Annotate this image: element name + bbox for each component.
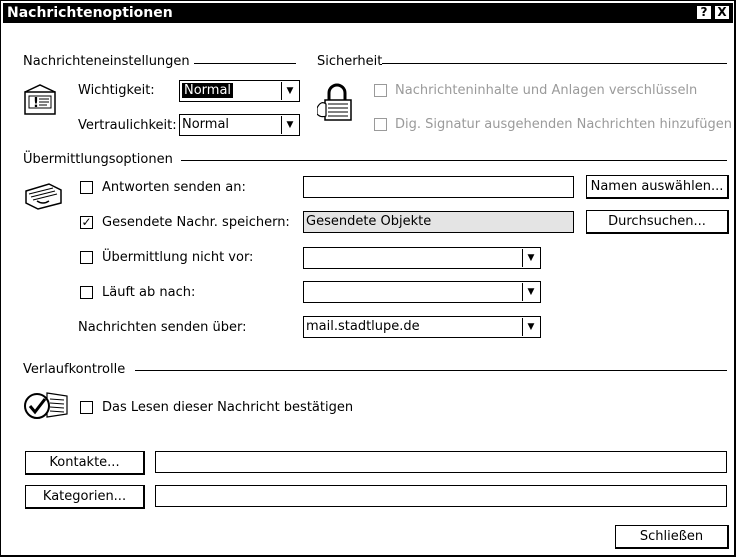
sensitivity-select[interactable]: Normal ▼ [179, 114, 300, 136]
send-via-value: mail.stadtlupe.de [306, 319, 420, 334]
chevron-down-icon[interactable]: ▼ [522, 249, 539, 267]
importance-selected-value: Normal [182, 83, 234, 98]
close-window-button[interactable]: X [714, 5, 730, 20]
save-sent-label: Gesendete Nachr. speichern: [102, 215, 290, 230]
reply-to-field[interactable] [303, 176, 574, 198]
delivery-section-label: Übermittlungsoptionen [23, 152, 173, 167]
svg-text:!: ! [33, 96, 39, 111]
message-options-dialog: Nachrichtenoptionen ? X Nachrichteneinst… [0, 0, 736, 557]
reply-to-checkbox[interactable] [80, 181, 93, 194]
chevron-down-icon[interactable]: ▼ [281, 82, 298, 100]
do-not-deliver-label: Übermittlung nicht vor: [102, 250, 254, 265]
title-bar: Nachrichtenoptionen ? X [3, 3, 733, 23]
chevron-down-icon[interactable]: ▼ [281, 116, 298, 134]
tracking-section-label: Verlaufkontrolle [23, 362, 126, 377]
importance-label: Wichtigkeit: [78, 83, 155, 98]
send-via-select[interactable]: mail.stadtlupe.de ▼ [303, 316, 541, 338]
padlock-icon [316, 82, 357, 128]
importance-select[interactable]: Normal ▼ [179, 80, 300, 102]
read-receipt-check-icon [23, 389, 69, 425]
send-via-label: Nachrichten senden über: [78, 320, 247, 335]
encrypt-label: Nachrichteninhalte und Anlagen verschlüs… [395, 83, 698, 98]
save-sent-folder-field[interactable]: Gesendete Objekte [303, 211, 574, 233]
save-sent-checkbox[interactable]: ✓ [80, 216, 93, 229]
section-divider [135, 370, 727, 371]
sign-label: Dig. Signatur ausgehenden Nachrichten hi… [395, 117, 732, 132]
browse-button[interactable]: Durchsuchen... [586, 210, 729, 234]
contacts-button[interactable]: Kontakte... [25, 451, 145, 475]
select-names-button[interactable]: Namen auswählen... [586, 175, 729, 199]
read-receipt-label: Das Lesen dieser Nachricht bestätigen [102, 400, 354, 415]
categories-field[interactable] [155, 485, 727, 507]
section-divider [181, 160, 727, 161]
read-receipt-checkbox[interactable] [80, 401, 93, 414]
help-button[interactable]: ? [696, 5, 712, 20]
section-divider [382, 63, 727, 64]
sensitivity-selected-value: Normal [182, 117, 230, 132]
chevron-down-icon[interactable]: ▼ [522, 318, 539, 336]
window-title: Nachrichtenoptionen [7, 5, 173, 21]
do-not-deliver-select[interactable]: ▼ [303, 247, 541, 269]
delivery-hand-icon [23, 181, 63, 215]
close-dialog-button[interactable]: Schließen [615, 525, 729, 549]
do-not-deliver-checkbox[interactable] [80, 251, 93, 264]
expires-label: Läuft ab nach: [102, 285, 196, 300]
security-section-label: Sicherheit [317, 54, 383, 69]
sensitivity-label: Vertraulichkeit: [78, 118, 177, 133]
sign-checkbox[interactable] [374, 118, 387, 131]
contacts-field[interactable] [155, 451, 727, 473]
categories-button[interactable]: Kategorien... [25, 485, 145, 509]
chevron-down-icon[interactable]: ▼ [522, 283, 539, 301]
message-settings-section-label: Nachrichteneinstellungen [23, 54, 190, 69]
section-divider [194, 63, 296, 64]
expires-select[interactable]: ▼ [303, 281, 541, 303]
envelope-importance-icon: ! [23, 84, 59, 120]
expires-checkbox[interactable] [80, 286, 93, 299]
reply-to-label: Antworten senden an: [102, 180, 246, 195]
encrypt-checkbox[interactable] [374, 84, 387, 97]
